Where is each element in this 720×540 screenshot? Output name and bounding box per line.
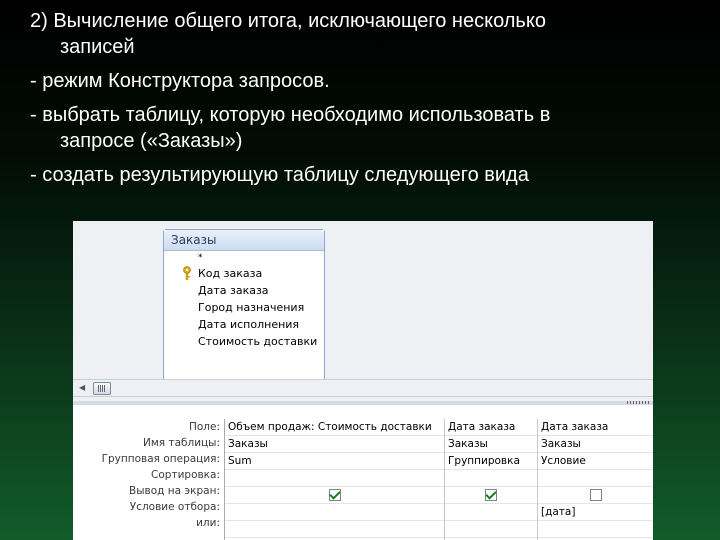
bullet-2: - режим Конструктора запросов. <box>30 70 330 92</box>
field-item-order-date[interactable]: Дата заказа <box>198 282 324 299</box>
cell-table[interactable]: Заказы <box>445 436 537 453</box>
field-all-star[interactable]: * <box>198 253 324 265</box>
label-criteria: Условие отбора: <box>129 501 220 513</box>
cell-group-op[interactable]: Условие <box>538 453 653 470</box>
grid-row-labels: Поле: Имя таблицы: Групповая операция: С… <box>73 419 224 531</box>
cell-criteria[interactable]: [дата] <box>538 504 653 521</box>
pane-splitter[interactable] <box>73 401 653 405</box>
show-checkbox[interactable] <box>328 489 341 501</box>
cell-field[interactable]: Объем продаж: Стоимость доставки <box>225 419 444 436</box>
table-pane: Заказы * Код заказа Дата заказа Город на… <box>73 221 653 401</box>
cell-table[interactable]: Заказы <box>225 436 444 453</box>
bullet-4: - создать результирующую таблицу следующ… <box>30 164 529 186</box>
cell-show <box>538 487 653 504</box>
cell-show <box>445 487 537 504</box>
field-item-order-id[interactable]: Код заказа <box>183 265 324 282</box>
cell-field[interactable]: Дата заказа <box>538 419 653 436</box>
label-field: Поле: <box>188 421 220 433</box>
cell-or[interactable] <box>538 521 653 538</box>
query-designer-screenshot: Заказы * Код заказа Дата заказа Город на… <box>73 221 653 540</box>
table-box-orders[interactable]: Заказы * Код заказа Дата заказа Город на… <box>163 229 325 381</box>
grip-icon <box>98 385 105 392</box>
label-table-name: Имя таблицы: <box>143 437 220 449</box>
cell-or[interactable] <box>445 521 537 538</box>
design-grid: Поле: Имя таблицы: Групповая операция: С… <box>73 419 653 540</box>
field-item-completion-date[interactable]: Дата исполнения <box>198 316 324 333</box>
cell-sort[interactable] <box>538 470 653 487</box>
cell-criteria[interactable] <box>225 504 444 521</box>
show-checkbox[interactable] <box>485 489 497 501</box>
cell-group-op[interactable]: Sum <box>225 453 444 470</box>
field-item-shipping-cost[interactable]: Стоимость доставки <box>198 333 324 350</box>
field-item-destination[interactable]: Город назначения <box>198 299 324 316</box>
cell-field[interactable]: Дата заказа <box>445 419 537 436</box>
splitter-grip-icon <box>627 401 651 404</box>
cell-sort[interactable] <box>225 470 444 487</box>
label-sort: Сортировка: <box>151 469 220 481</box>
slide-text: 2) Вычисление общего итога, исключающего… <box>30 8 700 196</box>
cell-or[interactable] <box>225 521 444 538</box>
key-icon <box>183 266 191 280</box>
bullet-1: 2) Вычисление общего итога, исключающего… <box>30 10 546 58</box>
label-show: Вывод на экран: <box>129 485 220 497</box>
label-or: или: <box>196 517 220 529</box>
horizontal-scrollbar[interactable]: ◀ <box>73 379 653 397</box>
label-group-op: Групповая операция: <box>101 453 220 465</box>
cell-group-op[interactable]: Группировка <box>445 453 537 470</box>
bullet-3: - выбрать таблицу, которую необходимо ис… <box>30 104 551 152</box>
cell-criteria[interactable] <box>445 504 537 521</box>
cell-show <box>225 487 444 504</box>
grid-columns: Объем продаж: Стоимость доставки Заказы … <box>224 419 653 540</box>
cell-table[interactable]: Заказы <box>538 436 653 453</box>
scroll-thumb[interactable] <box>93 382 111 395</box>
grid-column-3: Дата заказа Заказы Условие [дата] <box>538 419 653 540</box>
table-box-title[interactable]: Заказы <box>164 230 324 251</box>
show-checkbox[interactable] <box>590 489 602 501</box>
grid-column-1: Объем продаж: Стоимость доставки Заказы … <box>225 419 445 540</box>
grid-column-2: Дата заказа Заказы Группировка <box>445 419 538 540</box>
scroll-left-icon[interactable]: ◀ <box>79 383 85 392</box>
field-list: * Код заказа Дата заказа Город назначени… <box>164 251 324 350</box>
cell-sort[interactable] <box>445 470 537 487</box>
